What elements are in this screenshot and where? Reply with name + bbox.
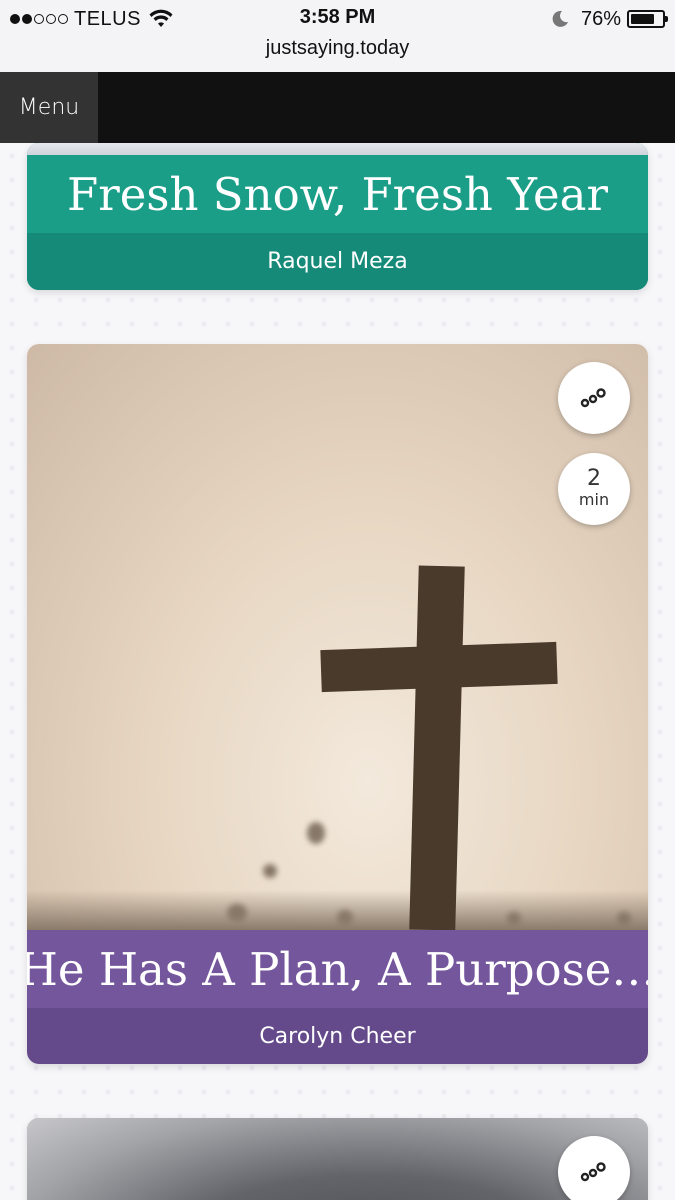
top-navbar: Menu	[0, 72, 675, 143]
reading-time-badge: 2 min	[558, 453, 630, 525]
article-card[interactable]: 2 min He Has A Plan, A Purpose… Carolyn …	[27, 344, 648, 1064]
article-image	[27, 143, 648, 155]
article-author[interactable]: Raquel Meza	[27, 233, 648, 290]
share-button[interactable]	[558, 1136, 630, 1200]
article-card[interactable]: Fresh Snow, Fresh Year Raquel Meza	[27, 143, 648, 290]
article-card[interactable]	[27, 1118, 648, 1200]
status-right: 76%	[551, 6, 668, 32]
status-bar: TELUS 3:58 PM 76% justsaying.today	[0, 0, 675, 72]
article-author[interactable]: Carolyn Cheer	[27, 1008, 648, 1064]
cross-beam	[320, 641, 558, 693]
address-bar-url[interactable]: justsaying.today	[0, 37, 675, 60]
article-title[interactable]: He Has A Plan, A Purpose…	[27, 930, 648, 1008]
share-icon	[580, 388, 606, 408]
battery-percent: 76%	[580, 7, 621, 30]
moon-icon	[552, 10, 568, 27]
share-button[interactable]	[558, 362, 630, 434]
cross-shape	[409, 565, 465, 931]
reading-time-unit: min	[578, 490, 610, 509]
reading-time-value: 2	[587, 466, 601, 491]
share-icon	[580, 1162, 606, 1182]
article-image	[27, 344, 648, 931]
article-image	[27, 1118, 648, 1200]
battery-icon	[627, 10, 668, 28]
menu-button[interactable]: Menu	[0, 72, 98, 143]
article-title[interactable]: Fresh Snow, Fresh Year	[27, 155, 648, 233]
